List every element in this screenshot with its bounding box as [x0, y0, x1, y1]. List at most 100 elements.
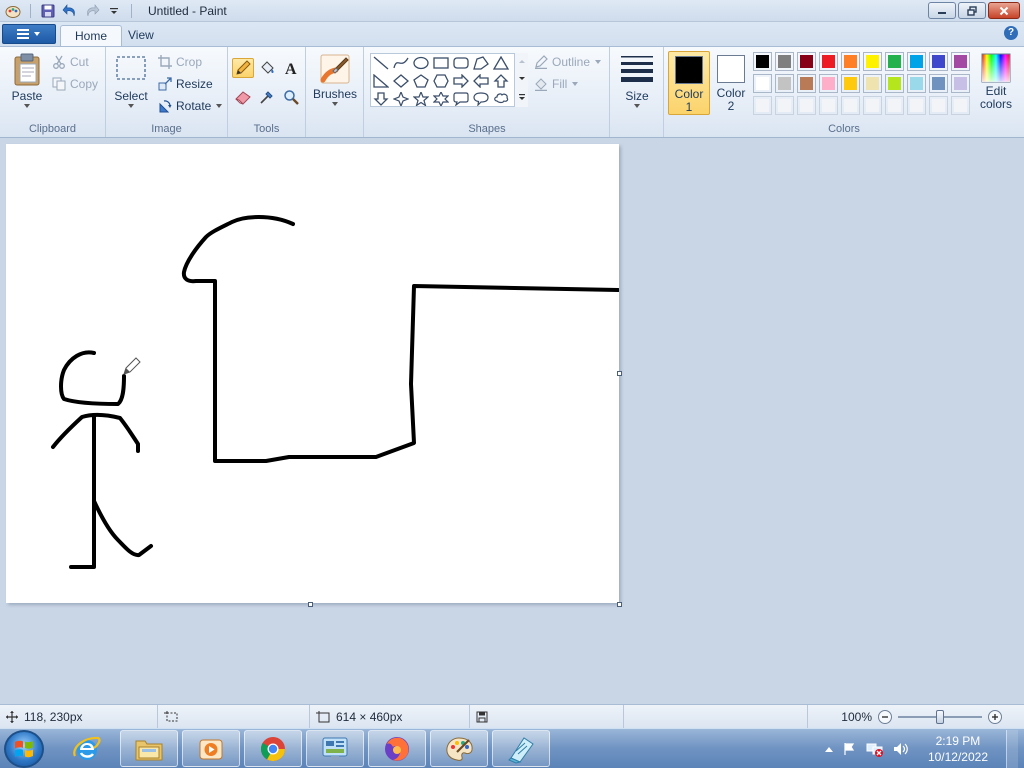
tab-home[interactable]: Home	[60, 25, 123, 46]
canvas-resize-handle-bottom[interactable]	[308, 602, 313, 607]
help-icon[interactable]: ?	[1004, 26, 1018, 40]
hexagon-shape[interactable]	[431, 72, 451, 90]
color-picker-tool[interactable]	[256, 87, 278, 107]
palette-swatch[interactable]	[819, 74, 838, 93]
clock[interactable]: 2:19 PM 10/12/2022	[918, 733, 998, 765]
pencil-tool[interactable]	[232, 58, 254, 78]
color1-selector[interactable]: Color 1	[668, 51, 710, 115]
left-arrow-shape[interactable]	[471, 72, 491, 90]
save-icon[interactable]	[39, 2, 57, 20]
volume-icon[interactable]	[892, 741, 910, 757]
five-point-star-shape[interactable]	[411, 90, 431, 108]
minimize-button[interactable]	[928, 2, 956, 19]
customize-qat-icon[interactable]	[105, 2, 123, 20]
text-tool[interactable]: A	[280, 58, 302, 78]
color2-selector[interactable]: Color 2	[710, 51, 752, 115]
diamond-shape[interactable]	[391, 72, 411, 90]
paint-menu-button[interactable]	[2, 24, 56, 44]
rounded-callout-shape[interactable]	[451, 90, 471, 108]
palette-swatch[interactable]	[863, 74, 882, 93]
zoom-in-button[interactable]	[988, 710, 1002, 724]
crop-button[interactable]: Crop	[158, 52, 202, 72]
palette-swatch[interactable]	[753, 52, 772, 71]
select-button[interactable]: Select	[114, 55, 148, 109]
taskbar-media-player[interactable]	[182, 730, 240, 767]
palette-swatch[interactable]	[929, 52, 948, 71]
resize-button[interactable]: Resize	[158, 74, 213, 94]
palette-swatch[interactable]	[929, 96, 948, 115]
up-arrow-shape[interactable]	[491, 72, 511, 90]
rotate-button[interactable]: Rotate	[158, 96, 223, 116]
taskbar-control-panel[interactable]	[306, 730, 364, 767]
paste-button[interactable]: Paste	[8, 53, 46, 109]
eraser-tool[interactable]	[232, 87, 254, 107]
fill-tool[interactable]	[256, 58, 278, 78]
restore-button[interactable]	[958, 2, 986, 19]
palette-swatch[interactable]	[907, 96, 926, 115]
canvas-resize-handle-corner[interactable]	[617, 602, 622, 607]
cloud-callout-shape[interactable]	[491, 90, 511, 108]
action-center-icon[interactable]	[842, 741, 858, 757]
palette-swatch[interactable]	[753, 74, 772, 93]
palette-swatch[interactable]	[841, 74, 860, 93]
outline-button[interactable]: Outline	[534, 52, 602, 72]
show-hidden-icons-icon[interactable]	[824, 745, 834, 753]
palette-swatch[interactable]	[885, 74, 904, 93]
magnifier-tool[interactable]	[280, 87, 302, 107]
zoom-slider[interactable]	[898, 710, 982, 724]
right-triangle-shape[interactable]	[371, 72, 391, 90]
zoom-slider-thumb[interactable]	[936, 710, 944, 724]
palette-swatch[interactable]	[885, 52, 904, 71]
palette-swatch[interactable]	[797, 74, 816, 93]
cut-button[interactable]: Cut	[52, 52, 89, 72]
network-icon[interactable]	[866, 741, 884, 757]
palette-swatch[interactable]	[775, 74, 794, 93]
taskbar-notepad[interactable]	[492, 730, 550, 767]
rectangle-shape[interactable]	[431, 54, 451, 72]
four-point-star-shape[interactable]	[391, 90, 411, 108]
copy-button[interactable]: Copy	[52, 74, 98, 94]
palette-swatch[interactable]	[885, 96, 904, 115]
oval-callout-shape[interactable]	[471, 90, 491, 108]
triangle-shape[interactable]	[491, 54, 511, 72]
line-shape[interactable]	[371, 54, 391, 72]
palette-swatch[interactable]	[951, 96, 970, 115]
palette-swatch[interactable]	[797, 96, 816, 115]
canvas-resize-handle-right[interactable]	[617, 371, 622, 376]
edit-colors-button[interactable]: Edit colors	[976, 53, 1016, 111]
taskbar-paint[interactable]	[430, 730, 488, 767]
pentagon-shape[interactable]	[411, 72, 431, 90]
taskbar-chrome[interactable]	[244, 730, 302, 767]
taskbar-firefox[interactable]	[368, 730, 426, 767]
palette-swatch[interactable]	[841, 52, 860, 71]
six-point-star-shape[interactable]	[431, 90, 451, 108]
polygon-shape[interactable]	[471, 54, 491, 72]
drawing-canvas[interactable]	[6, 144, 619, 603]
palette-swatch[interactable]	[797, 52, 816, 71]
palette-swatch[interactable]	[907, 52, 926, 71]
rounded-rectangle-shape[interactable]	[451, 54, 471, 72]
brushes-button[interactable]: Brushes	[313, 53, 357, 107]
palette-swatch[interactable]	[863, 96, 882, 115]
zoom-out-button[interactable]	[878, 710, 892, 724]
redo-icon[interactable]	[83, 2, 101, 20]
palette-swatch[interactable]	[929, 74, 948, 93]
shapes-gallery-scroll[interactable]	[514, 53, 528, 107]
palette-swatch[interactable]	[819, 52, 838, 71]
fill-button[interactable]: Fill	[534, 74, 579, 94]
palette-swatch[interactable]	[907, 74, 926, 93]
tab-view[interactable]: View	[114, 25, 168, 46]
taskbar-internet-explorer[interactable]	[58, 730, 116, 767]
size-button[interactable]: Size	[618, 53, 656, 109]
oval-shape[interactable]	[411, 54, 431, 72]
curve-shape[interactable]	[391, 54, 411, 72]
taskbar-file-explorer[interactable]	[120, 730, 178, 767]
palette-swatch[interactable]	[863, 52, 882, 71]
palette-swatch[interactable]	[775, 52, 794, 71]
palette-swatch[interactable]	[819, 96, 838, 115]
right-arrow-shape[interactable]	[451, 72, 471, 90]
palette-swatch[interactable]	[753, 96, 772, 115]
close-button[interactable]	[988, 2, 1020, 19]
palette-swatch[interactable]	[775, 96, 794, 115]
palette-swatch[interactable]	[841, 96, 860, 115]
